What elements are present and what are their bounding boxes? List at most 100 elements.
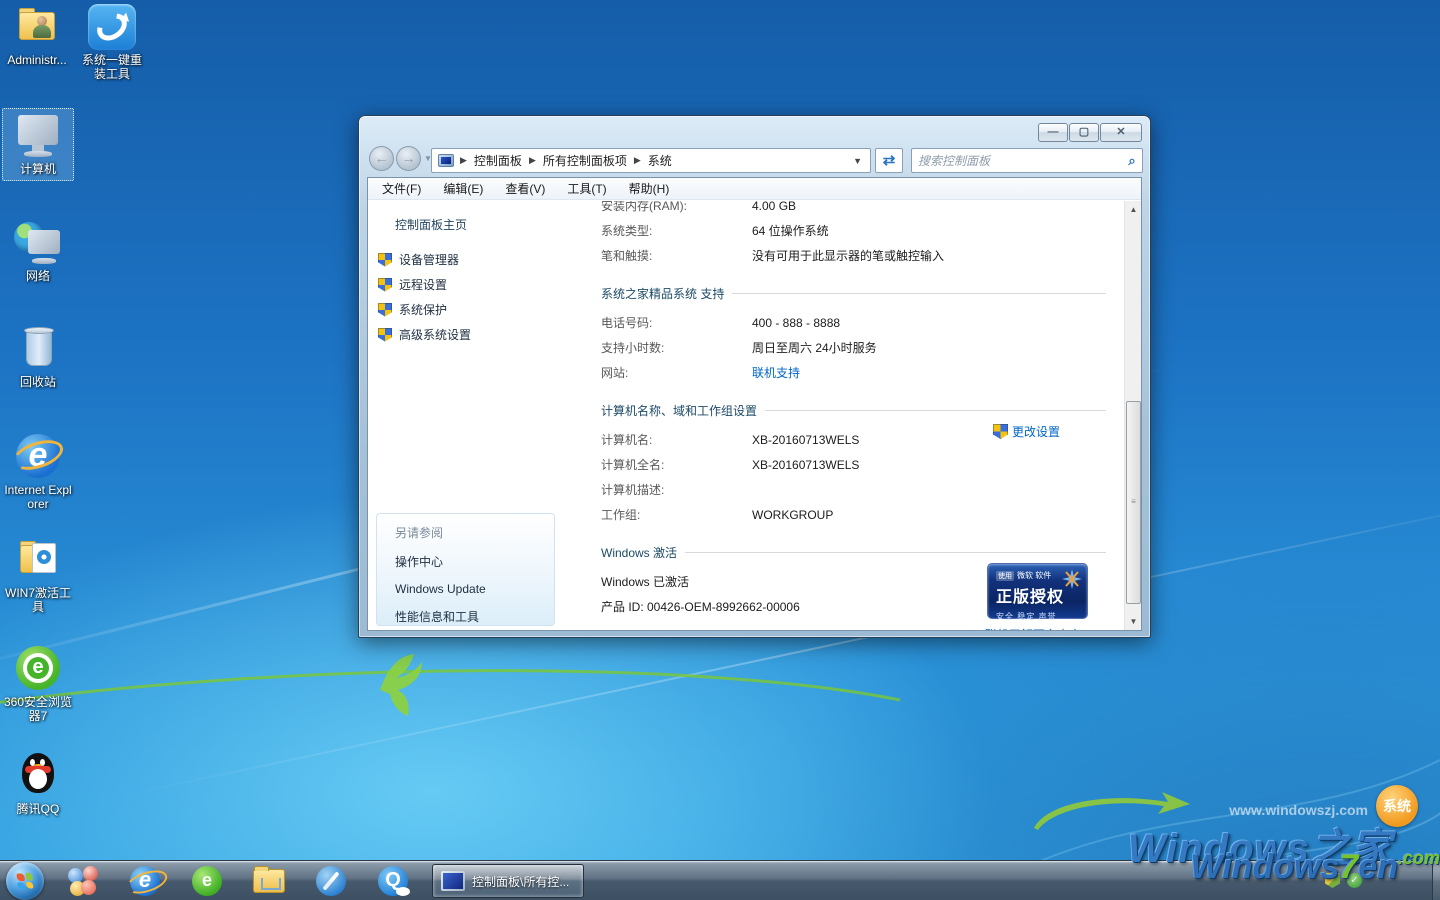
forward-button[interactable]: → xyxy=(396,146,421,171)
refresh-button[interactable]: ⇄ xyxy=(875,148,903,173)
taskbar-icon-explorer[interactable] xyxy=(244,864,294,898)
menu-view[interactable]: 查看(V) xyxy=(505,180,545,197)
desktop-icon-win7-activator[interactable]: WIN7激活工具 xyxy=(2,537,74,614)
property-row: 计算机全名: XB-20160713WELS xyxy=(601,452,1124,477)
scroll-down-arrow-icon[interactable]: ▼ xyxy=(1125,613,1142,630)
close-button[interactable]: ✕ xyxy=(1100,123,1142,142)
back-button[interactable]: ← xyxy=(369,146,394,171)
menu-tools[interactable]: 工具(T) xyxy=(567,180,606,197)
property-value: 4.00 GB xyxy=(752,201,796,213)
desktop-icon-label: 360安全浏览器7 xyxy=(3,695,73,723)
breadcrumb-control-panel[interactable]: 控制面板 xyxy=(468,152,528,169)
search-icon: ⌕ xyxy=(1122,153,1142,169)
address-bar[interactable]: ▶ 控制面板 ▶ 所有控制面板项 ▶ 系统 ▼ xyxy=(431,148,871,173)
search-input[interactable] xyxy=(912,154,1122,168)
activation-section-header: Windows 激活 xyxy=(601,543,1106,561)
navigation-bar: ← → ▼ ▶ 控制面板 ▶ 所有控制面板项 ▶ 系统 ▼ ⇄ ⌕ xyxy=(359,145,1150,176)
genuine-microsoft-badge: 使用 微软 软件 正版授权 安全 稳定 声誉 xyxy=(987,563,1088,619)
desktop-icon-label: WIN7激活工具 xyxy=(5,586,71,614)
scroll-up-arrow-icon[interactable]: ▲ xyxy=(1125,201,1142,218)
sidebar-item-windows-update[interactable]: Windows Update xyxy=(395,582,554,596)
user-folder-icon xyxy=(13,4,61,50)
active-task-control-panel[interactable]: 控制面板\所有控... xyxy=(432,864,584,898)
desktop: Administr... 系统一键重装工具 计算机 网络 回收站 e Inter xyxy=(0,0,1440,900)
activator-folder-icon xyxy=(14,537,62,583)
maximize-button[interactable]: ▢ xyxy=(1069,123,1099,142)
property-value: 没有可用于此显示器的笔或触控输入 xyxy=(752,247,944,264)
property-label: 支持小时数: xyxy=(601,339,752,356)
tray-security-shield-icon[interactable] xyxy=(1325,873,1340,888)
desktop-icon-label: 计算机 xyxy=(3,162,73,176)
watermark-url: www.windowszj.com xyxy=(1229,802,1368,818)
menu-bar: 文件(F) 编辑(E) 查看(V) 工具(T) 帮助(H) xyxy=(368,178,1141,200)
system-control-panel-window: — ▢ ✕ ← → ▼ ▶ 控制面板 ▶ 所有控制面板项 ▶ 系统 ▼ ⇄ xyxy=(358,115,1151,638)
breadcrumb-system[interactable]: 系统 xyxy=(642,152,678,169)
compass-browser-icon xyxy=(316,866,346,896)
property-value: XB-20160713WELS xyxy=(752,433,859,447)
desktop-icon-label: Internet Explorer xyxy=(2,483,74,511)
taskbar-icon-internet-explorer[interactable]: e xyxy=(120,864,170,898)
sidebar-item-action-center[interactable]: 操作中心 xyxy=(395,553,554,570)
watermark-arrow-icon xyxy=(1028,788,1198,832)
change-settings-link[interactable]: 更改设置 xyxy=(993,423,1060,440)
sidebar-item-system-protection[interactable]: 系统保护 xyxy=(378,301,447,318)
menu-edit[interactable]: 编辑(E) xyxy=(443,180,483,197)
start-button[interactable] xyxy=(6,862,44,900)
computer-window-icon xyxy=(441,871,465,891)
taskbar-icon-360-browser[interactable]: e xyxy=(182,864,232,898)
sidebar-item-performance-tools[interactable]: 性能信息和工具 xyxy=(395,608,554,625)
windows-flag-icon xyxy=(16,872,33,889)
internet-explorer-icon: e xyxy=(14,434,62,480)
desktop-icon-computer[interactable]: 计算机 xyxy=(2,108,74,181)
desktop-icon-tencent-qq[interactable]: 腾讯QQ xyxy=(2,753,74,816)
sidebar-item-device-manager[interactable]: 设备管理器 xyxy=(378,251,459,268)
uac-shield-icon xyxy=(378,303,392,317)
menu-file[interactable]: 文件(F) xyxy=(382,180,421,197)
see-also-panel: 另请参阅 操作中心 Windows Update 性能信息和工具 xyxy=(376,513,555,626)
sidebar-item-label: 设备管理器 xyxy=(399,251,459,268)
desktop-icon-label: 回收站 xyxy=(2,375,74,389)
desktop-icon-label: 腾讯QQ xyxy=(2,802,74,816)
property-value: 周日至周六 24小时服务 xyxy=(752,339,877,356)
computer-name-section-header: 计算机名称、域和工作组设置 xyxy=(601,401,1106,419)
desktop-icon-label: Administr... xyxy=(1,53,73,67)
desktop-icon-administrator[interactable]: Administr... xyxy=(1,4,73,67)
activation-status: Windows 已激活 xyxy=(601,573,689,590)
minimize-button[interactable]: — xyxy=(1038,123,1068,142)
section-title: Windows 激活 xyxy=(601,544,677,561)
property-label: 安装内存(RAM): xyxy=(601,201,752,214)
desktop-icon-recycle-bin[interactable]: 回收站 xyxy=(2,326,74,389)
search-box[interactable]: ⌕ xyxy=(911,148,1143,173)
sidebar-item-advanced-settings[interactable]: 高级系统设置 xyxy=(378,326,471,343)
property-label: 网站: xyxy=(601,364,752,381)
property-row: 电话号码: 400 - 888 - 8888 xyxy=(601,310,1124,335)
taskbar-icon-qq-browser[interactable]: Q xyxy=(368,864,418,898)
property-value: XB-20160713WELS xyxy=(752,458,859,472)
online-support-link[interactable]: 联机支持 xyxy=(752,364,800,381)
property-value: 400 - 888 - 8888 xyxy=(752,316,840,330)
sidebar-item-remote-settings[interactable]: 远程设置 xyxy=(378,276,447,293)
desktop-icon-reinstall-tool[interactable]: 系统一键重装工具 xyxy=(76,4,148,81)
change-settings-label[interactable]: 更改设置 xyxy=(1012,423,1060,440)
desktop-icon-360-browser[interactable]: e 360安全浏览器7 xyxy=(2,646,74,723)
vertical-scrollbar[interactable]: ▲ ≡ ▼ xyxy=(1124,201,1141,630)
show-desktop-button[interactable] xyxy=(1432,861,1440,900)
tray-status-check-icon[interactable]: ✓ xyxy=(1347,873,1362,888)
property-row: 计算机描述: xyxy=(601,477,1124,502)
sidebar-item-control-panel-home[interactable]: 控制面板主页 xyxy=(395,216,467,233)
address-dropdown-icon[interactable]: ▼ xyxy=(845,156,870,166)
property-label: 系统类型: xyxy=(601,222,752,239)
window-titlebar[interactable]: — ▢ ✕ xyxy=(359,116,1150,145)
section-divider xyxy=(685,552,1106,553)
scrollbar-thumb[interactable]: ≡ xyxy=(1126,401,1141,604)
taskbar-icon-360-manager[interactable] xyxy=(58,864,108,898)
taskbar-icon-safari-browser[interactable] xyxy=(306,864,356,898)
property-label: 电话号码: xyxy=(601,314,752,331)
desktop-icon-internet-explorer[interactable]: e Internet Explorer xyxy=(2,434,74,511)
breadcrumb-all-items[interactable]: 所有控制面板项 xyxy=(537,152,633,169)
menu-help[interactable]: 帮助(H) xyxy=(629,180,670,197)
uac-shield-icon xyxy=(993,424,1008,439)
learn-more-online-link[interactable]: 联机了解更多内容... xyxy=(985,626,1091,630)
desktop-icon-network[interactable]: 网络 xyxy=(2,220,74,283)
desktop-icon-label: 网络 xyxy=(2,269,74,283)
